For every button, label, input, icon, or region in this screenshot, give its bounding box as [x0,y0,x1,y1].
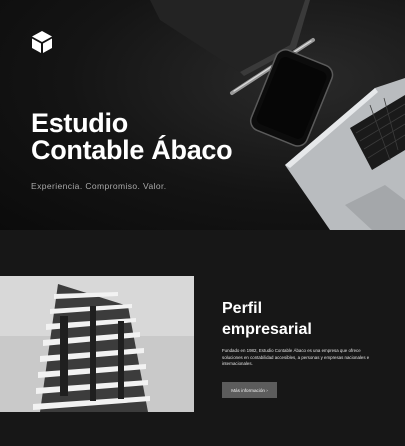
hero-title-line-1: Estudio [31,108,128,138]
hero-title-line-2: Contable Ábaco [31,135,233,165]
profile-description: Fundado en 1982, Estudio Contable Ábaco … [222,348,370,367]
hero-title: Estudio Contable Ábaco [31,110,271,164]
building-photo [0,276,194,412]
profile-title-line-1: Perfil [222,300,263,317]
profile-title: Perfil empresarial [222,298,312,340]
hero-banner: Estudio Contable Ábaco Experiencia. Comp… [0,0,405,230]
profile-title-line-2: empresarial [222,321,312,338]
company-profile-section: Perfil empresarial Fundado en 1982, Estu… [0,230,405,446]
cube-icon[interactable] [31,30,53,54]
hero-tagline: Experiencia. Compromiso. Valor. [31,181,167,191]
more-info-button[interactable]: Más información › [222,382,277,398]
